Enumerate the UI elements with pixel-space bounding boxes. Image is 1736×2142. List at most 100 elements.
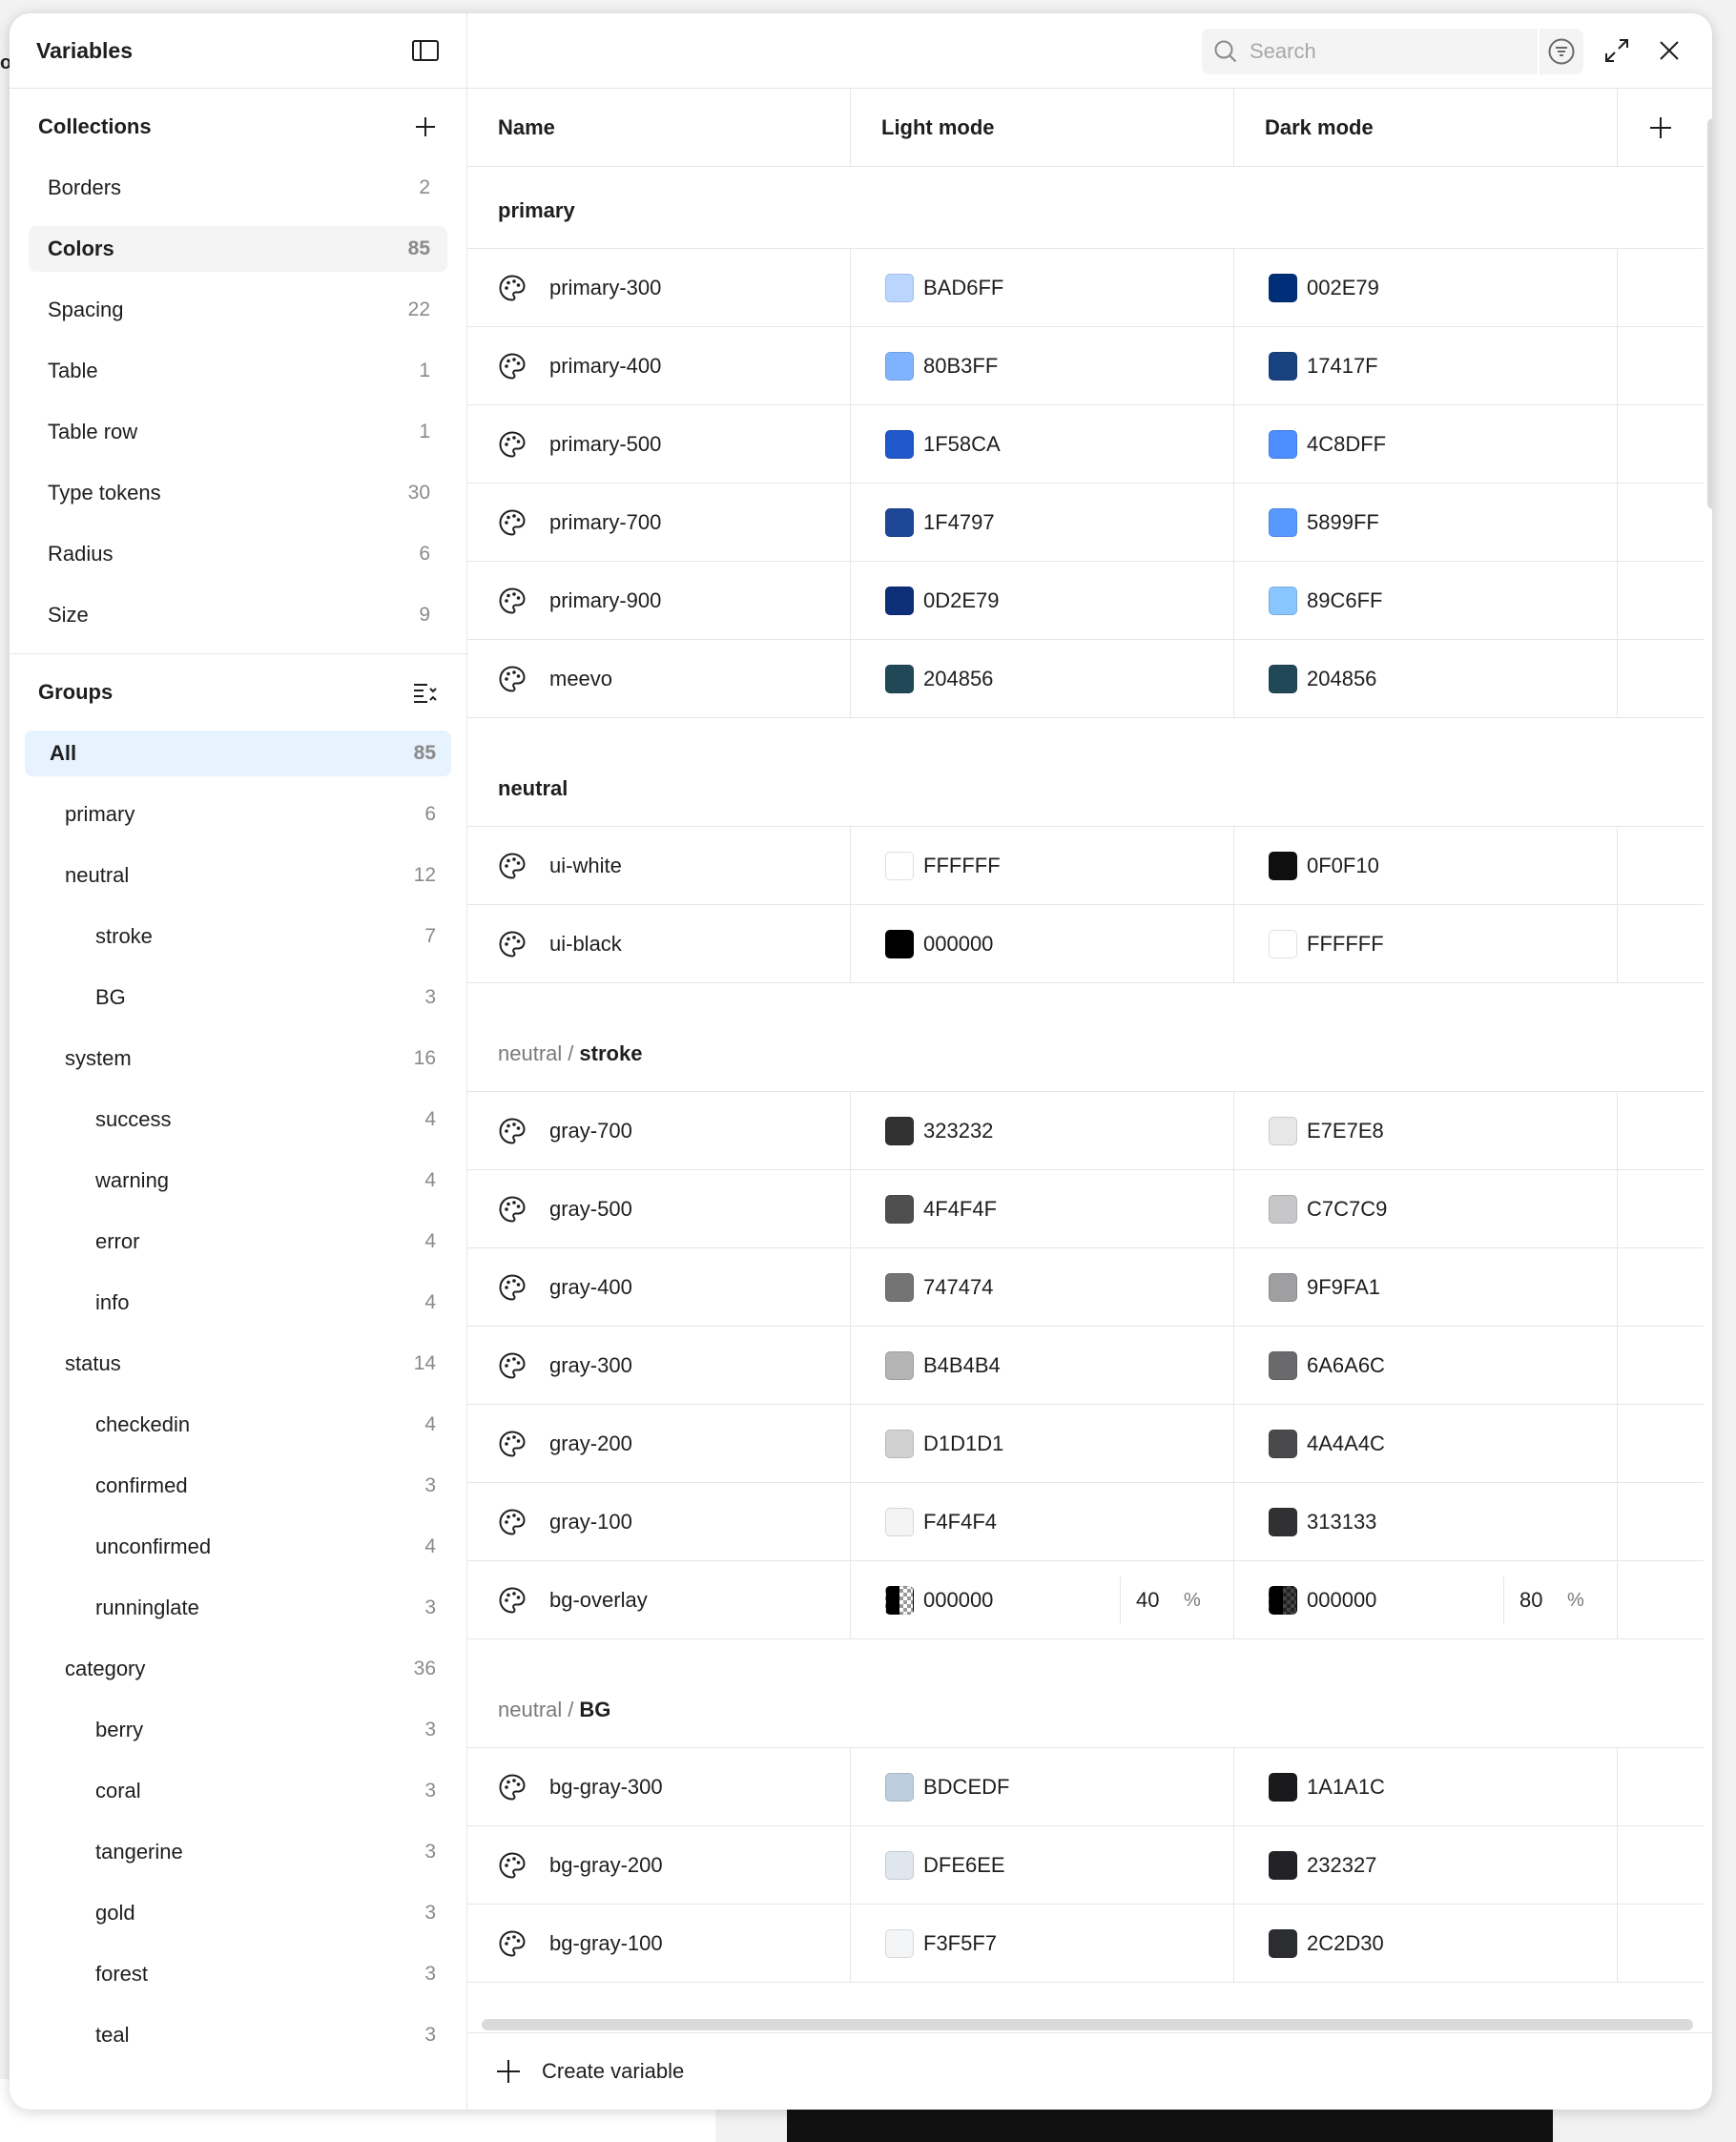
dark-mode-value-cell[interactable]: 000000 80% xyxy=(1234,1561,1618,1638)
group-item-stroke[interactable]: stroke 7 xyxy=(25,914,451,959)
collection-item-table[interactable]: Table 1 xyxy=(29,348,447,394)
color-swatch[interactable] xyxy=(1269,1850,1297,1880)
color-swatch[interactable] xyxy=(885,929,914,958)
dark-mode-value-cell[interactable]: 5899FF xyxy=(1234,484,1618,561)
group-item-teal[interactable]: teal 3 xyxy=(25,2012,451,2058)
variable-name-cell[interactable]: gray-200 xyxy=(467,1405,851,1482)
color-swatch[interactable] xyxy=(1269,429,1297,459)
color-swatch[interactable] xyxy=(885,1272,914,1302)
table-row[interactable]: primary-500 1F58CA 4C8DFF xyxy=(467,405,1704,484)
light-mode-value-cell[interactable]: 000000 xyxy=(851,905,1234,982)
light-mode-value-cell[interactable]: 1F58CA xyxy=(851,405,1234,483)
variable-name-cell[interactable]: ui-white xyxy=(467,827,851,904)
variable-name-cell[interactable]: ui-black xyxy=(467,905,851,982)
table-row[interactable]: ui-black 000000 FFFFFF xyxy=(467,905,1704,983)
dark-mode-value-cell[interactable]: C7C7C9 xyxy=(1234,1170,1618,1247)
dark-mode-value-cell[interactable]: 2C2D30 xyxy=(1234,1905,1618,1982)
collection-item-borders[interactable]: Borders 2 xyxy=(29,165,447,211)
column-header-light-mode[interactable]: Light mode xyxy=(851,89,1234,166)
color-swatch[interactable] xyxy=(885,1429,914,1458)
variable-name-cell[interactable]: gray-700 xyxy=(467,1092,851,1169)
group-item-status[interactable]: status 14 xyxy=(25,1341,451,1387)
color-swatch[interactable] xyxy=(1269,1429,1297,1458)
table-row[interactable]: gray-200 D1D1D1 4A4A4C xyxy=(467,1405,1704,1483)
group-item-system[interactable]: system 16 xyxy=(25,1036,451,1081)
table-row[interactable]: gray-400 747474 9F9FA1 xyxy=(467,1248,1704,1327)
color-swatch[interactable] xyxy=(1269,273,1297,302)
group-item-bg[interactable]: BG 3 xyxy=(25,975,451,1020)
color-swatch[interactable] xyxy=(1269,664,1297,693)
variable-name-cell[interactable]: gray-100 xyxy=(467,1483,851,1560)
color-swatch[interactable] xyxy=(885,351,914,381)
variable-name-cell[interactable]: gray-400 xyxy=(467,1248,851,1326)
table-row[interactable]: primary-900 0D2E79 89C6FF xyxy=(467,562,1704,640)
group-item-gold[interactable]: gold 3 xyxy=(25,1890,451,1936)
light-mode-value-cell[interactable]: DFE6EE xyxy=(851,1826,1234,1904)
color-swatch[interactable] xyxy=(1269,1116,1297,1145)
color-swatch[interactable] xyxy=(1269,351,1297,381)
opacity-field[interactable]: 40% xyxy=(1120,1576,1201,1624)
column-header-dark-mode[interactable]: Dark mode xyxy=(1234,89,1618,166)
create-variable-button[interactable]: Create variable xyxy=(467,2032,1712,2110)
table-row[interactable]: bg-gray-300 BDCEDF 1A1A1C xyxy=(467,1748,1704,1826)
toggle-sidebar-button[interactable] xyxy=(409,34,442,67)
group-item-coral[interactable]: coral 3 xyxy=(25,1768,451,1814)
group-item-primary[interactable]: primary 6 xyxy=(25,792,451,837)
light-mode-value-cell[interactable]: FFFFFF xyxy=(851,827,1234,904)
color-swatch[interactable] xyxy=(885,507,914,537)
collapse-groups-button[interactable] xyxy=(409,676,442,709)
light-mode-value-cell[interactable]: B4B4B4 xyxy=(851,1327,1234,1404)
color-swatch[interactable] xyxy=(885,1928,914,1958)
color-swatch[interactable] xyxy=(1269,1272,1297,1302)
color-swatch[interactable] xyxy=(885,1116,914,1145)
dark-mode-value-cell[interactable]: E7E7E8 xyxy=(1234,1092,1618,1169)
dark-mode-value-cell[interactable]: 17417F xyxy=(1234,327,1618,404)
dark-mode-value-cell[interactable]: 204856 xyxy=(1234,640,1618,717)
collection-item-colors[interactable]: Colors 85 xyxy=(29,226,447,272)
group-item-runninglate[interactable]: runninglate 3 xyxy=(25,1585,451,1631)
opacity-field[interactable]: 80% xyxy=(1503,1576,1584,1624)
color-swatch[interactable] xyxy=(885,1350,914,1380)
variable-name-cell[interactable]: primary-300 xyxy=(467,249,851,326)
table-row[interactable]: meevo 204856 204856 xyxy=(467,640,1704,718)
dark-mode-value-cell[interactable]: 4A4A4C xyxy=(1234,1405,1618,1482)
table-row[interactable]: primary-700 1F4797 5899FF xyxy=(467,484,1704,562)
color-swatch[interactable] xyxy=(885,273,914,302)
group-item-forest[interactable]: forest 3 xyxy=(25,1951,451,1997)
light-mode-value-cell[interactable]: 204856 xyxy=(851,640,1234,717)
light-mode-value-cell[interactable]: 0D2E79 xyxy=(851,562,1234,639)
variable-name-cell[interactable]: primary-700 xyxy=(467,484,851,561)
variable-name-cell[interactable]: primary-500 xyxy=(467,405,851,483)
variable-name-cell[interactable]: primary-400 xyxy=(467,327,851,404)
light-mode-value-cell[interactable]: F3F5F7 xyxy=(851,1905,1234,1982)
variable-name-cell[interactable]: bg-gray-200 xyxy=(467,1826,851,1904)
close-button[interactable] xyxy=(1653,34,1685,67)
vertical-scrollbar[interactable] xyxy=(1707,118,1712,509)
table-row[interactable]: primary-400 80B3FF 17417F xyxy=(467,327,1704,405)
light-mode-value-cell[interactable]: 000000 40% xyxy=(851,1561,1234,1638)
group-item-success[interactable]: success 4 xyxy=(25,1097,451,1143)
color-swatch[interactable] xyxy=(1269,929,1297,958)
table-row[interactable]: ui-white FFFFFF 0F0F10 xyxy=(467,827,1704,905)
group-item-unconfirmed[interactable]: unconfirmed 4 xyxy=(25,1524,451,1570)
table-row[interactable]: gray-100 F4F4F4 313133 xyxy=(467,1483,1704,1561)
light-mode-value-cell[interactable]: 747474 xyxy=(851,1248,1234,1326)
group-item-neutral[interactable]: neutral 12 xyxy=(25,853,451,898)
dark-mode-value-cell[interactable]: 002E79 xyxy=(1234,249,1618,326)
color-swatch[interactable] xyxy=(885,429,914,459)
color-swatch[interactable] xyxy=(1269,1772,1297,1802)
variable-name-cell[interactable]: gray-300 xyxy=(467,1327,851,1404)
light-mode-value-cell[interactable]: 80B3FF xyxy=(851,327,1234,404)
filter-button[interactable] xyxy=(1538,29,1583,74)
group-item-all[interactable]: All 85 xyxy=(25,731,451,776)
color-swatch[interactable] xyxy=(885,1772,914,1802)
variable-name-cell[interactable]: bg-gray-100 xyxy=(467,1905,851,1982)
expand-button[interactable] xyxy=(1601,34,1633,67)
color-swatch[interactable] xyxy=(885,1507,914,1536)
dark-mode-value-cell[interactable]: 9F9FA1 xyxy=(1234,1248,1618,1326)
light-mode-value-cell[interactable]: 1F4797 xyxy=(851,484,1234,561)
table-row[interactable]: bg-overlay 000000 40% 000000 80% xyxy=(467,1561,1704,1639)
table-row[interactable]: primary-300 BAD6FF 002E79 xyxy=(467,249,1704,327)
color-swatch[interactable] xyxy=(1269,1194,1297,1224)
group-item-berry[interactable]: berry 3 xyxy=(25,1707,451,1753)
